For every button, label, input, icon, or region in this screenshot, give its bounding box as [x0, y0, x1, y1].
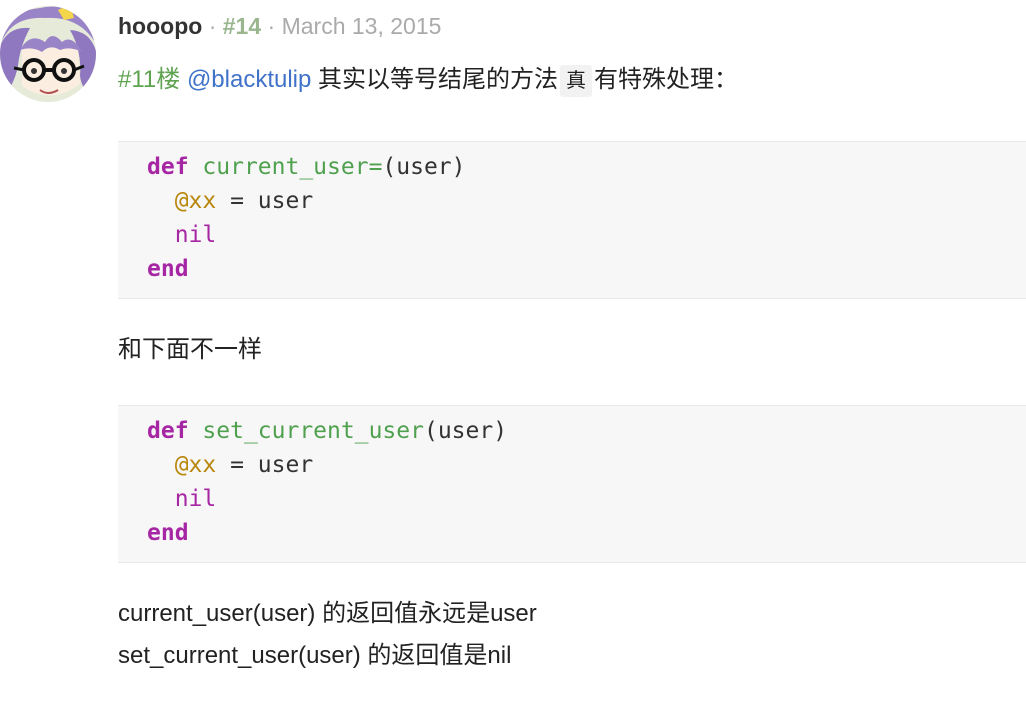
conclusion-line-2: set_current_user(user) 的返回值是nil	[118, 642, 512, 669]
avatar[interactable]	[0, 6, 96, 102]
meta-separator: ·	[267, 13, 276, 39]
floor-reference-link[interactable]: #11楼	[118, 66, 180, 93]
floor-number-link[interactable]: #14	[223, 13, 261, 39]
code-line: @xx = user	[147, 184, 1026, 218]
intro-text: 其实以等号结尾的方法	[318, 66, 559, 93]
code-block: def current_user=(user) @xx = user nil e…	[118, 141, 1026, 299]
post-date: March 13, 2015	[281, 13, 442, 39]
code-keyword: end	[147, 520, 189, 546]
username-link[interactable]: hooopo	[118, 13, 202, 39]
post-meta: hooopo · #14 · March 13, 2015	[118, 10, 441, 42]
code-line: def current_user=(user)	[147, 150, 1026, 184]
code-text: = user	[216, 188, 314, 214]
code-instance-variable: @xx	[174, 188, 217, 214]
conclusion-line-1: current_user(user) 的返回值永远是user	[118, 600, 537, 627]
intro-paragraph: #11楼 @blacktulip 其实以等号结尾的方法真有特殊处理：	[118, 62, 738, 98]
code-text: (user)	[382, 154, 466, 180]
inline-code: 真	[560, 64, 593, 97]
code-line: end	[147, 516, 1026, 550]
middle-paragraph: 和下面不一样	[118, 336, 262, 363]
code-nil: nil	[174, 222, 217, 248]
code-block: def set_current_user(user) @xx = user ni…	[118, 405, 1026, 563]
code-function-name: current_user=	[202, 154, 383, 180]
code-keyword: def	[147, 418, 189, 444]
meta-separator: ·	[208, 13, 217, 39]
avatar-image	[0, 6, 96, 102]
code-nil: nil	[174, 486, 217, 512]
intro-text-tail: 有特殊处理：	[594, 66, 739, 93]
code-keyword: def	[147, 154, 189, 180]
user-mention-link[interactable]: @blacktulip	[187, 66, 311, 93]
code-line: end	[147, 252, 1026, 286]
code-text: (user)	[423, 418, 508, 444]
code-function-name: set_current_user	[202, 418, 424, 444]
code-line: def set_current_user(user)	[147, 414, 1026, 448]
code-text: = user	[216, 452, 314, 478]
code-line: nil	[147, 482, 1026, 516]
code-line: @xx = user	[147, 448, 1026, 482]
code-keyword: end	[147, 256, 189, 282]
code-line: nil	[147, 218, 1026, 252]
code-instance-variable: @xx	[174, 452, 217, 478]
